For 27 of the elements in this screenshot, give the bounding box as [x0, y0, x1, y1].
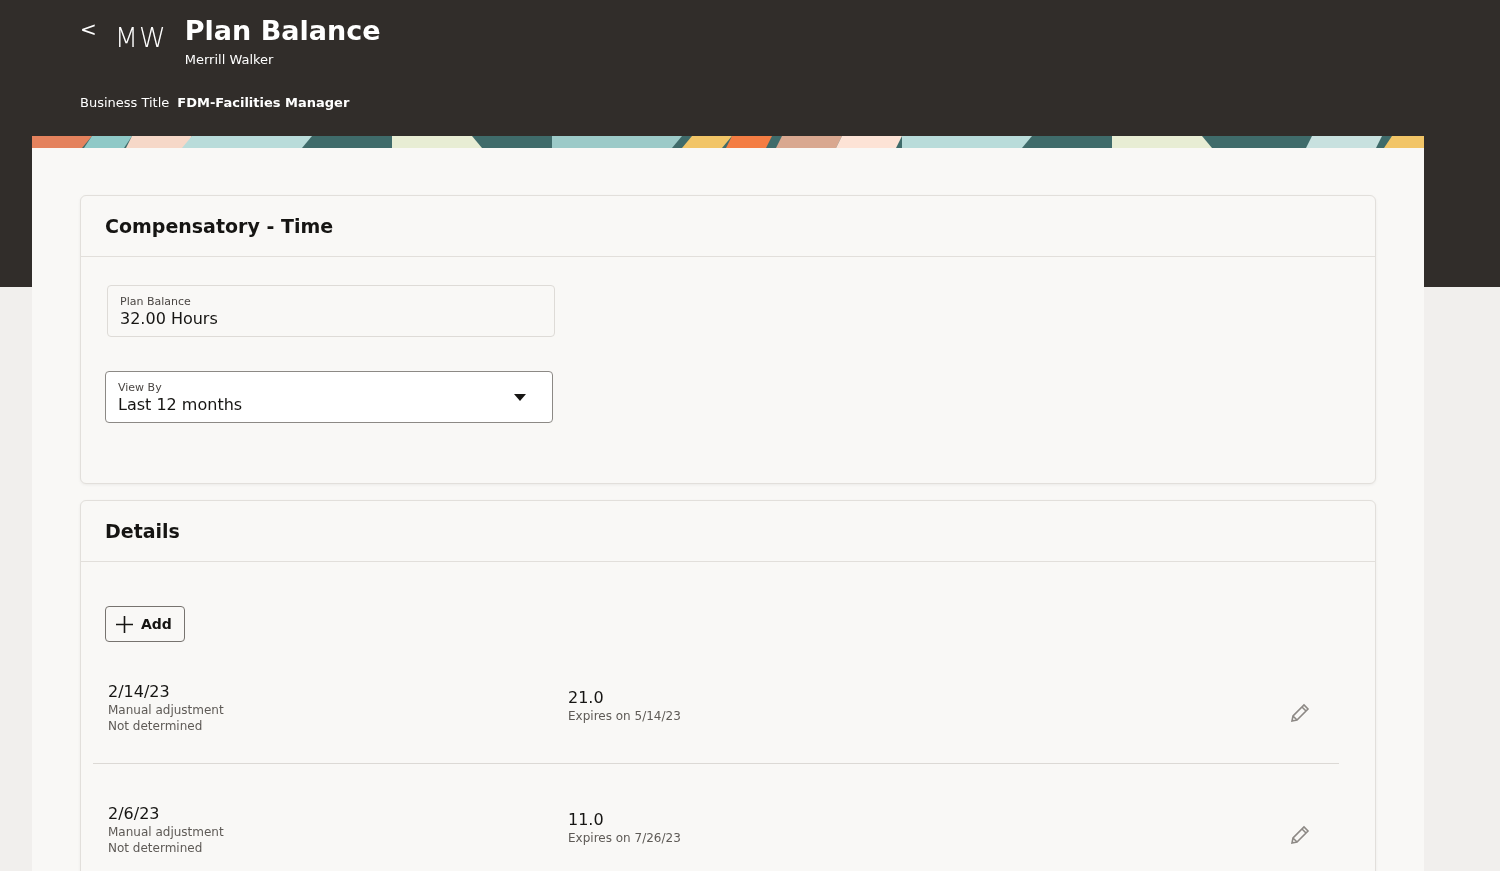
entry-date: 2/14/23 [108, 682, 171, 701]
business-title-label: Business Title [80, 95, 170, 110]
employee-name: Merrill Walker [184, 52, 275, 67]
avatar-initials: MW [114, 22, 167, 53]
entry-expiry: Expires on 7/26/23 [568, 831, 682, 845]
entry-type: Manual adjustment [108, 825, 225, 839]
pencil-icon [1289, 702, 1311, 724]
entry-type: Manual adjustment [108, 703, 225, 717]
section-title: Details [81, 501, 1375, 562]
plus-icon [116, 615, 133, 633]
page-title: Plan Balance [184, 16, 381, 46]
edit-button[interactable] [1289, 824, 1311, 846]
edit-button[interactable] [1289, 702, 1311, 724]
entry-amount: 11.0 [568, 810, 605, 829]
caret-icon [514, 393, 526, 401]
view-by-dropdown[interactable]: View By Last 12 months [105, 371, 553, 423]
back-button[interactable]: < [80, 16, 97, 42]
entry-amount: 21.0 [568, 688, 605, 707]
entry-date: 2/6/23 [108, 804, 161, 823]
entry-status: Not determined [108, 841, 204, 855]
entry-expiry: Expires on 5/14/23 [568, 709, 682, 723]
section-title: Compensatory - Time [81, 196, 1375, 257]
plan-balance-field: Plan Balance 32.00 Hours [107, 285, 555, 337]
pencil-icon [1289, 824, 1311, 846]
entry-status: Not determined [108, 719, 204, 733]
add-button[interactable]: Add [105, 606, 185, 642]
business-title-value: FDM-Facilities Manager [177, 95, 350, 110]
